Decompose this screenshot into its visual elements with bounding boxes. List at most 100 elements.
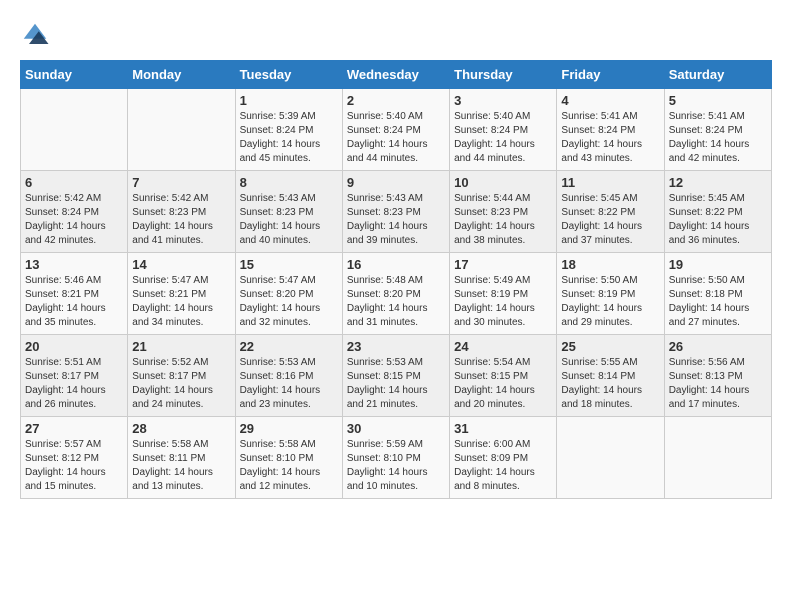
day-number: 17 (454, 257, 552, 272)
day-number: 27 (25, 421, 123, 436)
calendar-cell: 22 Sunrise: 5:53 AMSunset: 8:16 PMDayligh… (235, 335, 342, 417)
calendar-cell (128, 89, 235, 171)
day-info: Sunrise: 5:58 AMSunset: 8:10 PMDaylight:… (240, 438, 338, 494)
calendar-cell: 18 Sunrise: 5:50 AMSunset: 8:19 PMDayligh… (557, 253, 664, 335)
calendar-cell: 23 Sunrise: 5:53 AMSunset: 8:15 PMDayligh… (342, 335, 449, 417)
calendar-cell: 11 Sunrise: 5:45 AMSunset: 8:22 PMDayligh… (557, 171, 664, 253)
calendar-cell (664, 417, 771, 499)
calendar-cell (21, 89, 128, 171)
calendar-cell: 4 Sunrise: 5:41 AMSunset: 8:24 PMDaylight… (557, 89, 664, 171)
logo-icon (20, 20, 50, 50)
day-number: 23 (347, 339, 445, 354)
day-number: 16 (347, 257, 445, 272)
day-number: 26 (669, 339, 767, 354)
day-info: Sunrise: 5:40 AMSunset: 8:24 PMDaylight:… (347, 110, 445, 166)
calendar-cell: 30 Sunrise: 5:59 AMSunset: 8:10 PMDayligh… (342, 417, 449, 499)
calendar-week-row: 20 Sunrise: 5:51 AMSunset: 8:17 PMDayligh… (21, 335, 772, 417)
day-info: Sunrise: 5:53 AMSunset: 8:15 PMDaylight:… (347, 356, 445, 412)
day-number: 15 (240, 257, 338, 272)
day-number: 24 (454, 339, 552, 354)
day-number: 28 (132, 421, 230, 436)
day-number: 14 (132, 257, 230, 272)
day-info: Sunrise: 5:54 AMSunset: 8:15 PMDaylight:… (454, 356, 552, 412)
day-info: Sunrise: 5:57 AMSunset: 8:12 PMDaylight:… (25, 438, 123, 494)
day-info: Sunrise: 5:42 AMSunset: 8:23 PMDaylight:… (132, 192, 230, 248)
weekday-header: Saturday (664, 61, 771, 89)
day-number: 25 (561, 339, 659, 354)
day-number: 19 (669, 257, 767, 272)
calendar-week-row: 1 Sunrise: 5:39 AMSunset: 8:24 PMDaylight… (21, 89, 772, 171)
calendar-cell: 3 Sunrise: 5:40 AMSunset: 8:24 PMDaylight… (450, 89, 557, 171)
day-info: Sunrise: 5:45 AMSunset: 8:22 PMDaylight:… (561, 192, 659, 248)
day-info: Sunrise: 5:50 AMSunset: 8:19 PMDaylight:… (561, 274, 659, 330)
weekday-header: Monday (128, 61, 235, 89)
day-number: 11 (561, 175, 659, 190)
day-info: Sunrise: 5:50 AMSunset: 8:18 PMDaylight:… (669, 274, 767, 330)
calendar-week-row: 27 Sunrise: 5:57 AMSunset: 8:12 PMDayligh… (21, 417, 772, 499)
calendar-cell: 25Sunrise: 5:55 AMSunset: 8:14 PMDayligh… (557, 335, 664, 417)
calendar-cell: 2 Sunrise: 5:40 AMSunset: 8:24 PMDaylight… (342, 89, 449, 171)
calendar-cell: 16 Sunrise: 5:48 AMSunset: 8:20 PMDayligh… (342, 253, 449, 335)
calendar-cell: 10Sunrise: 5:44 AMSunset: 8:23 PMDayligh… (450, 171, 557, 253)
calendar-cell: 6Sunrise: 5:42 AMSunset: 8:24 PMDaylight… (21, 171, 128, 253)
day-number: 30 (347, 421, 445, 436)
day-info: Sunrise: 5:41 AMSunset: 8:24 PMDaylight:… (669, 110, 767, 166)
calendar-cell: 5 Sunrise: 5:41 AMSunset: 8:24 PMDaylight… (664, 89, 771, 171)
calendar-cell: 9 Sunrise: 5:43 AMSunset: 8:23 PMDaylight… (342, 171, 449, 253)
day-info: Sunrise: 5:43 AMSunset: 8:23 PMDaylight:… (347, 192, 445, 248)
calendar-cell: 1 Sunrise: 5:39 AMSunset: 8:24 PMDaylight… (235, 89, 342, 171)
day-number: 6 (25, 175, 123, 190)
logo (20, 20, 54, 50)
calendar-cell: 17 Sunrise: 5:49 AMSunset: 8:19 PMDayligh… (450, 253, 557, 335)
day-info: Sunrise: 5:40 AMSunset: 8:24 PMDaylight:… (454, 110, 552, 166)
calendar-week-row: 6Sunrise: 5:42 AMSunset: 8:24 PMDaylight… (21, 171, 772, 253)
calendar-cell: 24 Sunrise: 5:54 AMSunset: 8:15 PMDayligh… (450, 335, 557, 417)
calendar-week-row: 13 Sunrise: 5:46 AMSunset: 8:21 PMDayligh… (21, 253, 772, 335)
day-number: 13 (25, 257, 123, 272)
page-header (20, 20, 772, 50)
day-info: Sunrise: 5:51 AMSunset: 8:17 PMDaylight:… (25, 356, 123, 412)
day-info: Sunrise: 5:39 AMSunset: 8:24 PMDaylight:… (240, 110, 338, 166)
day-info: Sunrise: 6:00 AMSunset: 8:09 PMDaylight:… (454, 438, 552, 494)
day-number: 3 (454, 93, 552, 108)
day-info: Sunrise: 5:53 AMSunset: 8:16 PMDaylight:… (240, 356, 338, 412)
day-number: 20 (25, 339, 123, 354)
day-info: Sunrise: 5:59 AMSunset: 8:10 PMDaylight:… (347, 438, 445, 494)
day-number: 2 (347, 93, 445, 108)
day-info: Sunrise: 5:41 AMSunset: 8:24 PMDaylight:… (561, 110, 659, 166)
day-info: Sunrise: 5:48 AMSunset: 8:20 PMDaylight:… (347, 274, 445, 330)
weekday-header: Thursday (450, 61, 557, 89)
day-number: 8 (240, 175, 338, 190)
calendar-cell: 19 Sunrise: 5:50 AMSunset: 8:18 PMDayligh… (664, 253, 771, 335)
calendar-cell: 26Sunrise: 5:56 AMSunset: 8:13 PMDayligh… (664, 335, 771, 417)
day-number: 4 (561, 93, 659, 108)
calendar-cell: 15 Sunrise: 5:47 AMSunset: 8:20 PMDayligh… (235, 253, 342, 335)
calendar-header-row: SundayMondayTuesdayWednesdayThursdayFrid… (21, 61, 772, 89)
day-number: 10 (454, 175, 552, 190)
calendar-cell: 31 Sunrise: 6:00 AMSunset: 8:09 PMDayligh… (450, 417, 557, 499)
day-number: 31 (454, 421, 552, 436)
calendar-cell: 29 Sunrise: 5:58 AMSunset: 8:10 PMDayligh… (235, 417, 342, 499)
day-info: Sunrise: 5:46 AMSunset: 8:21 PMDaylight:… (25, 274, 123, 330)
calendar-cell: 28Sunrise: 5:58 AMSunset: 8:11 PMDayligh… (128, 417, 235, 499)
weekday-header: Tuesday (235, 61, 342, 89)
day-info: Sunrise: 5:49 AMSunset: 8:19 PMDaylight:… (454, 274, 552, 330)
calendar-cell: 12Sunrise: 5:45 AMSunset: 8:22 PMDayligh… (664, 171, 771, 253)
day-info: Sunrise: 5:47 AMSunset: 8:21 PMDaylight:… (132, 274, 230, 330)
calendar-cell: 13 Sunrise: 5:46 AMSunset: 8:21 PMDayligh… (21, 253, 128, 335)
day-number: 29 (240, 421, 338, 436)
day-number: 18 (561, 257, 659, 272)
day-info: Sunrise: 5:52 AMSunset: 8:17 PMDaylight:… (132, 356, 230, 412)
calendar-cell: 7Sunrise: 5:42 AMSunset: 8:23 PMDaylight… (128, 171, 235, 253)
day-info: Sunrise: 5:47 AMSunset: 8:20 PMDaylight:… (240, 274, 338, 330)
day-number: 5 (669, 93, 767, 108)
calendar-cell: 8 Sunrise: 5:43 AMSunset: 8:23 PMDaylight… (235, 171, 342, 253)
day-info: Sunrise: 5:43 AMSunset: 8:23 PMDaylight:… (240, 192, 338, 248)
weekday-header: Wednesday (342, 61, 449, 89)
day-number: 22 (240, 339, 338, 354)
calendar-cell: 14 Sunrise: 5:47 AMSunset: 8:21 PMDayligh… (128, 253, 235, 335)
weekday-header: Sunday (21, 61, 128, 89)
day-number: 12 (669, 175, 767, 190)
day-number: 1 (240, 93, 338, 108)
day-number: 9 (347, 175, 445, 190)
